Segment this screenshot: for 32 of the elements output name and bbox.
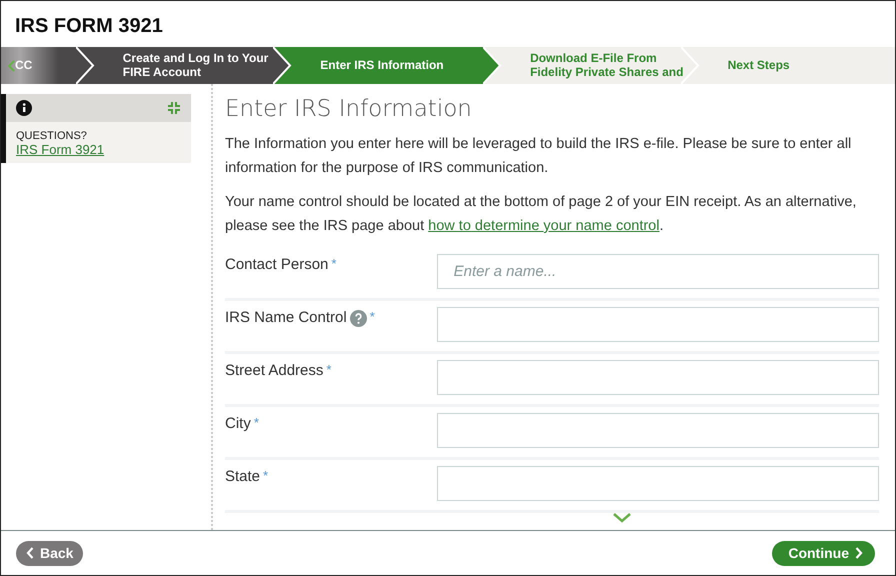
back-button[interactable]: Back bbox=[16, 540, 84, 566]
name-control-link[interactable]: how to determine your name control bbox=[428, 218, 660, 234]
progress-step[interactable]: CC bbox=[1, 47, 97, 84]
progress-step[interactable]: Create and Log In to Your FIRE Account bbox=[96, 47, 294, 84]
info-icon bbox=[16, 100, 32, 116]
chevron-left-icon bbox=[7, 60, 15, 72]
chevron-right-icon bbox=[855, 547, 863, 559]
field-label: City bbox=[225, 415, 251, 432]
step-divider-icon bbox=[273, 47, 294, 84]
text-field[interactable]: Enter a name... bbox=[436, 254, 879, 289]
page-title: IRS FORM 3921 bbox=[14, 14, 164, 39]
step-divider-icon bbox=[76, 47, 97, 84]
info-paragraph: The Information you enter here will be leveraged to build the IRS e-file. Please be sure to enter all information for the purpose of IRS communication. bbox=[225, 135, 852, 178]
field-label: IRS Name Control bbox=[225, 309, 347, 326]
field-label: State bbox=[225, 468, 260, 485]
required-mark: * bbox=[254, 415, 259, 430]
chevron-down-icon[interactable] bbox=[613, 513, 631, 523]
continue-button[interactable]: Continue bbox=[772, 540, 875, 566]
irs-form-link[interactable]: IRS Form 3921 bbox=[16, 142, 104, 157]
help-icon[interactable] bbox=[350, 310, 367, 327]
required-mark: * bbox=[326, 362, 332, 377]
field-label: Contact Person bbox=[225, 256, 328, 273]
info-paragraph: Your name control should be located at the bottom of page 2 of your EIN receipt. As an alternative, please see the IRS page about how to determine your name control. bbox=[225, 193, 858, 236]
step-divider-icon bbox=[483, 47, 504, 84]
chevron-left-icon bbox=[26, 547, 34, 559]
required-mark: * bbox=[370, 309, 375, 324]
field-label: Street Address bbox=[225, 362, 324, 379]
collapse-icon[interactable] bbox=[167, 101, 181, 115]
required-mark: * bbox=[263, 468, 268, 483]
questions-heading: QUESTIONS? bbox=[16, 130, 88, 142]
required-mark: * bbox=[331, 256, 336, 271]
section-heading: Enter IRS Information bbox=[225, 95, 473, 122]
